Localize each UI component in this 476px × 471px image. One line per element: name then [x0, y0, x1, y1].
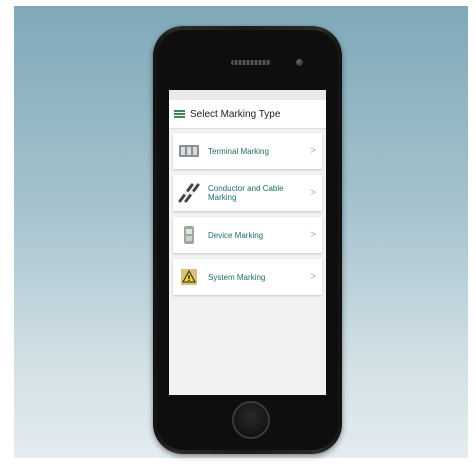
warning-sign-icon — [178, 266, 200, 288]
list-item-label: Conductor and Cable Marking — [208, 184, 284, 202]
smartphone: Select Marking Type Terminal Marking > C… — [153, 26, 342, 454]
list-item-label: System Marking — [208, 272, 266, 282]
list-item-conductor-cable-marking[interactable]: Conductor and Cable Marking > — [173, 175, 322, 211]
device-label-icon — [178, 224, 200, 246]
list-item-device-marking[interactable]: Device Marking > — [173, 217, 322, 253]
chevron-right-icon: > — [310, 145, 316, 157]
chevron-right-icon: > — [310, 271, 316, 283]
chevron-right-icon: > — [310, 229, 316, 241]
image-frame: Select Marking Type Terminal Marking > C… — [0, 0, 476, 471]
hamburger-menu-icon[interactable] — [174, 110, 185, 118]
list-item-terminal-marking[interactable]: Terminal Marking > — [173, 133, 322, 169]
list-item-label: Terminal Marking — [208, 146, 269, 156]
page-title: Select Marking Type — [190, 108, 281, 120]
home-button[interactable] — [232, 401, 270, 439]
terminal-block-icon — [178, 140, 200, 162]
marking-type-list: Terminal Marking > Conductor and Cable M… — [169, 129, 326, 295]
app-screen: Select Marking Type Terminal Marking > C… — [169, 90, 326, 395]
list-item-label: Device Marking — [208, 230, 264, 240]
chevron-right-icon: > — [310, 187, 316, 199]
front-camera — [296, 59, 303, 66]
list-item-system-marking[interactable]: System Marking > — [173, 259, 322, 295]
app-bar: Select Marking Type — [169, 100, 326, 129]
status-bar — [169, 90, 326, 100]
cable-marker-icon — [178, 182, 200, 204]
earpiece-speaker — [231, 60, 271, 65]
